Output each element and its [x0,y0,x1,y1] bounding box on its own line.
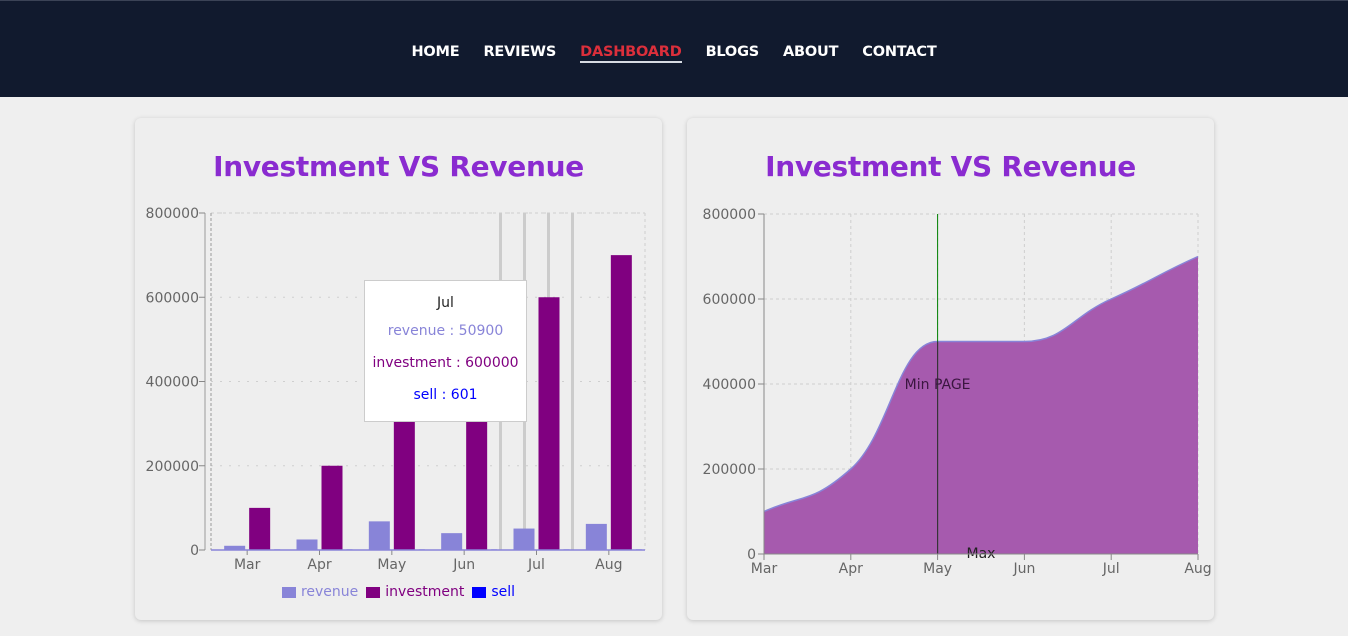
nav-menu: HOME REVIEWS DASHBOARD BLOGS ABOUT CONTA… [0,41,1348,63]
x-tick-label: Apr [307,557,331,573]
bar-revenue [441,533,463,550]
y-tick-label: 600000 [703,292,756,308]
y-tick-label: 400000 [146,375,199,391]
x-tick-label: May [923,561,952,577]
chart-tooltip: Jul revenue : 50900 investment : 600000 … [364,280,527,422]
area-chart[interactable]: Min PAGEMax0200000400000600000800000Mar A… [687,118,1214,620]
y-tick-label: 0 [190,543,199,559]
bar-revenue [585,523,607,550]
x-tick-label: Mar [751,561,778,577]
tooltip-sell: sell : 601 [413,387,478,403]
legend-label-investment: investment [385,584,465,600]
bar-investment [610,255,632,550]
area-investment [764,256,1198,554]
y-tick-label: 200000 [703,462,756,478]
legend-item-revenue[interactable]: revenue [281,584,359,600]
tooltip-month: Jul [437,295,454,311]
nav-contact-link[interactable]: CONTACT [862,44,936,61]
legend-item-investment[interactable]: investment [366,584,464,600]
y-tick-label: 200000 [146,459,199,475]
x-tick-label: Apr [839,561,863,577]
legend-label-revenue: revenue [300,584,359,600]
x-tick-label: Jul [1102,561,1120,577]
reference-label-min-page: Min PAGE [905,377,971,393]
tooltip-investment: investment : 600000 [372,355,519,371]
x-tick-label: Jul [527,557,545,573]
bar-revenue [368,521,390,550]
legend-swatch-sell [472,586,487,598]
bar-chart-legend: revenue investment sell [135,584,662,600]
legend-swatch-revenue [281,586,296,598]
x-tick-label: May [377,557,406,573]
x-tick-label: Jun [452,557,475,573]
tooltip-revenue: revenue : 50900 [387,323,504,339]
bar-revenue [513,528,535,550]
y-tick-label: 600000 [146,290,199,306]
nav-about-link[interactable]: ABOUT [783,44,838,61]
legend-swatch-investment [366,586,381,598]
x-tick-label: Aug [1184,561,1211,577]
x-tick-label: Mar [234,557,261,573]
y-tick-label: 400000 [703,377,756,393]
top-navbar: HOME REVIEWS DASHBOARD BLOGS ABOUT CONTA… [0,0,1348,97]
nav-home-link[interactable]: HOME [411,44,459,61]
bar-investment [249,507,271,550]
bar-chart-card: Investment VS Revenue Mar Apr May Jun Jul Aug… [135,118,662,620]
x-tick-label: Aug [595,557,622,573]
y-tick-label: 800000 [146,206,199,222]
y-tick-label: 800000 [703,207,756,223]
nav-reviews-link[interactable]: REVIEWS [483,44,556,61]
bar-investment [538,297,560,550]
legend-label-sell: sell [491,584,516,600]
nav-dashboard-link[interactable]: DASHBOARD [580,44,682,63]
legend-item-sell[interactable]: sell [472,584,515,600]
x-tick-label: Jun [1012,561,1035,577]
nav-blogs-link[interactable]: BLOGS [706,44,760,61]
bar-investment [321,465,343,550]
area-chart-card: Investment VS Revenue Min PAGE Max 0 200000… [687,118,1214,620]
bar-revenue [296,539,318,550]
